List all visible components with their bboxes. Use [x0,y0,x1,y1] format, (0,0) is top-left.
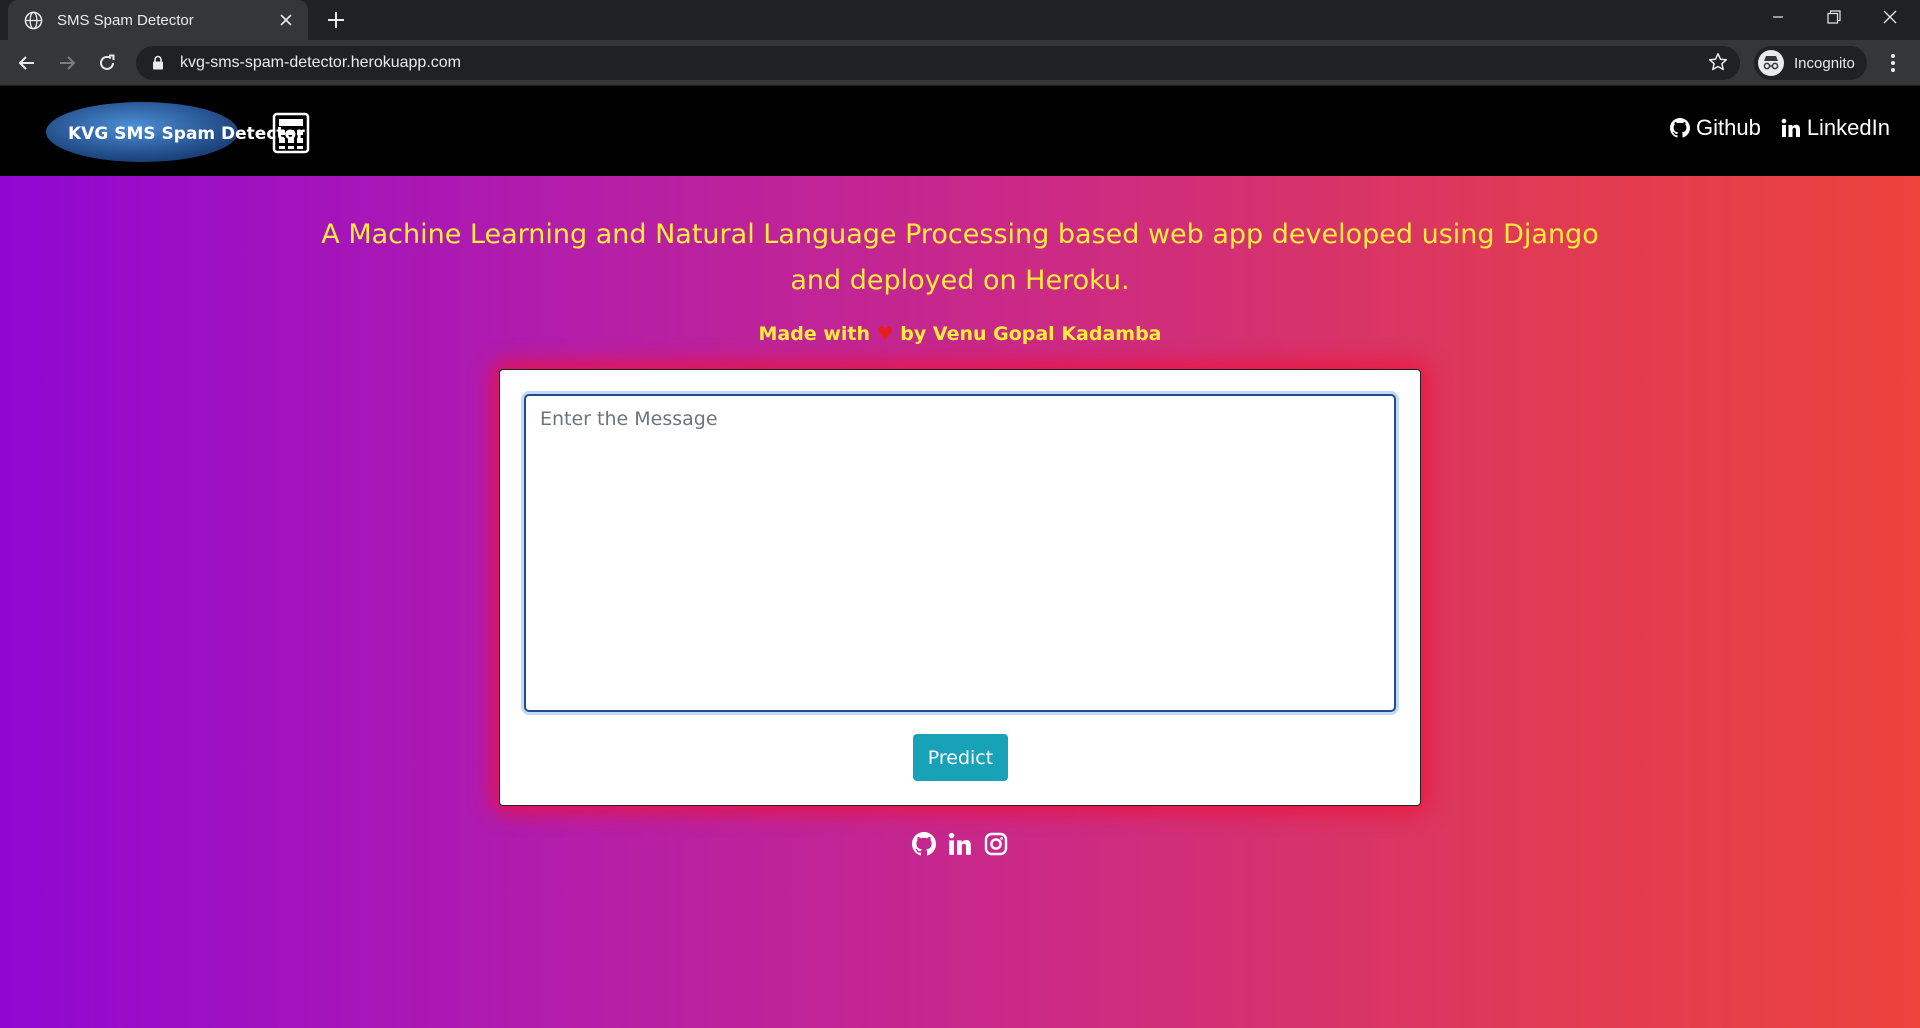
browser-toolbar: kvg-sms-spam-detector.herokuapp.com Inco… [0,40,1920,86]
site-logo[interactable]: KVG SMS Spam Detector [44,101,314,163]
heart-icon: ♥ [876,323,894,345]
url-text[interactable]: kvg-sms-spam-detector.herokuapp.com [180,54,461,72]
calculator-icon [272,112,310,154]
message-input[interactable] [524,394,1396,712]
browser-tab[interactable]: SMS Spam Detector [8,0,308,40]
forward-icon[interactable] [52,48,82,78]
github-icon [1669,118,1696,138]
globe-icon [24,11,43,30]
close-icon[interactable] [276,10,296,30]
restore-icon[interactable] [1806,0,1862,34]
star-icon[interactable] [1708,52,1730,74]
address-bar[interactable]: kvg-sms-spam-detector.herokuapp.com [136,46,1740,80]
close-window-icon[interactable] [1862,0,1918,34]
page-body: KVG SMS Spam Detector Github LinkedIn A … [0,87,1920,1028]
made-with-prefix: Made with [758,323,870,345]
instagram-icon[interactable] [984,832,1008,856]
linkedin-icon[interactable] [948,832,972,856]
tab-title: SMS Spam Detector [57,11,194,29]
profile-label: Incognito [1794,54,1855,72]
incognito-icon [1758,50,1784,76]
github-label: Github [1695,115,1761,140]
browser-tab-strip: SMS Spam Detector [0,0,1920,40]
reload-icon[interactable] [92,48,122,78]
made-with-suffix: by Venu Gopal Kadamba [900,323,1162,345]
predict-button[interactable]: Predict [913,734,1008,781]
minimize-icon[interactable] [1750,0,1806,34]
incognito-badge[interactable]: Incognito [1754,46,1867,80]
footer-social-icons [0,832,1920,856]
github-icon[interactable] [912,832,936,856]
more-menu-icon[interactable] [1878,48,1908,78]
plus-icon[interactable] [322,6,350,34]
top-nav-links: Github LinkedIn [1650,115,1890,141]
linkedin-link[interactable]: LinkedIn [1781,115,1890,141]
predict-form-card: Predict [499,369,1421,806]
back-icon[interactable] [12,48,42,78]
site-navbar: KVG SMS Spam Detector Github LinkedIn [0,87,1920,176]
tagline: A Machine Learning and Natural Language … [321,219,1599,296]
linkedin-icon [1781,118,1807,138]
lock-icon[interactable] [152,55,166,71]
github-link[interactable]: Github [1669,115,1761,141]
linkedin-label: LinkedIn [1806,115,1890,140]
made-with-credit: Made with ♥ by Venu Gopal Kadamba [0,323,1920,345]
logo-text: KVG SMS Spam Detector [68,124,305,144]
